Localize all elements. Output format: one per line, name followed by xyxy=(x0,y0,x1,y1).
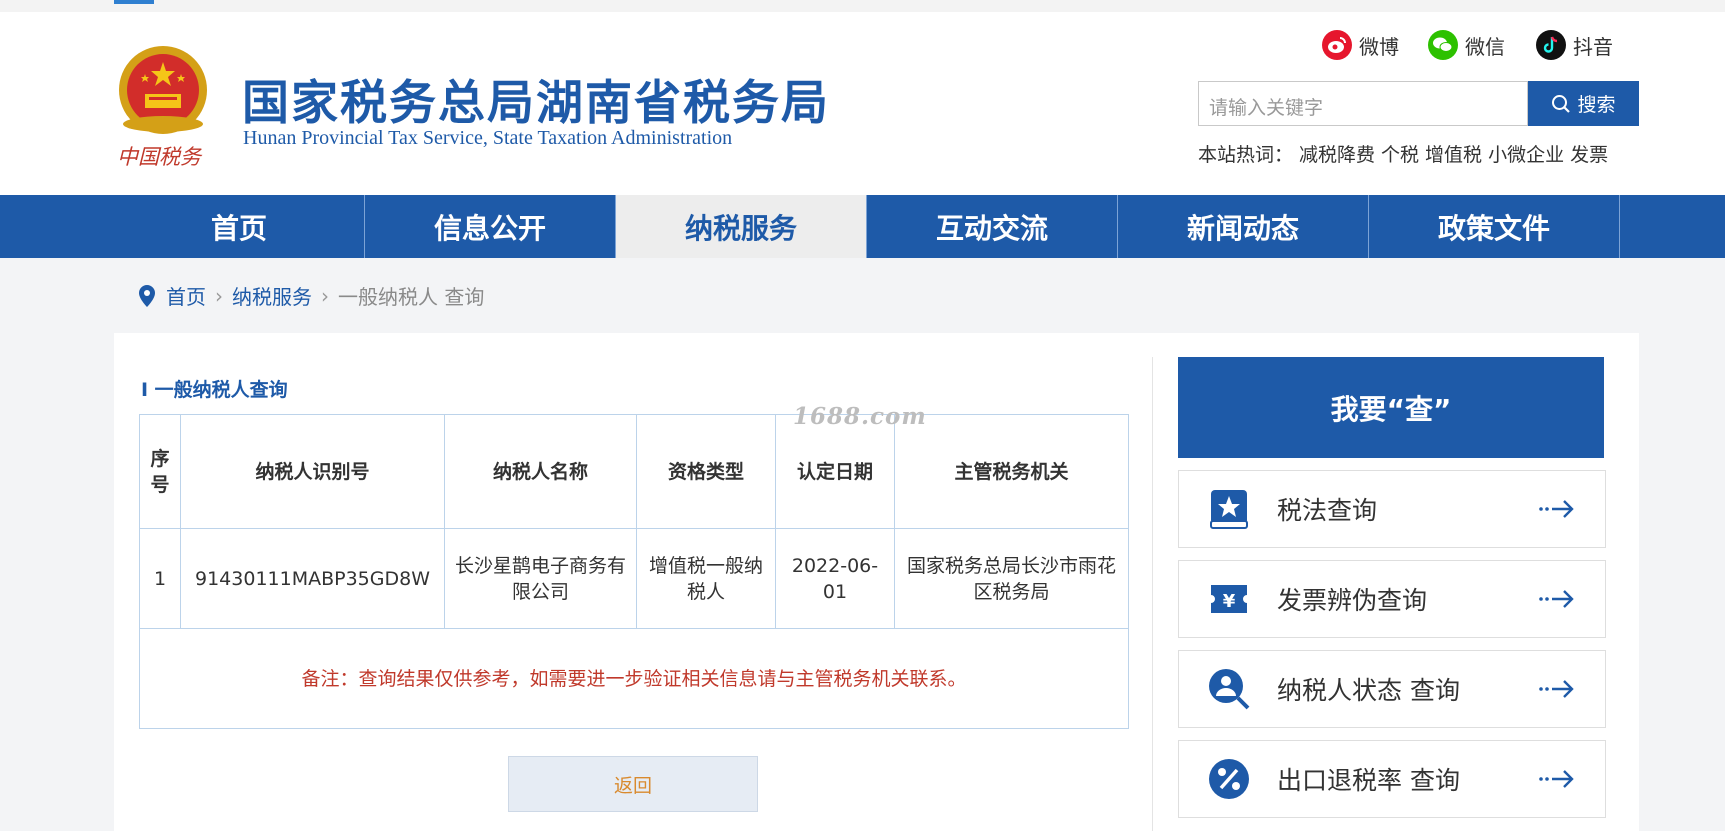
section-title: I 一般纳税人查询 xyxy=(141,379,288,401)
sidebar-item-label: 税法查询 xyxy=(1277,496,1378,525)
column-header: 序号 xyxy=(139,414,181,529)
sidebar-item-export-rebate[interactable]: 出口退税率 查询 xyxy=(1178,740,1606,818)
hot-word-link[interactable]: 发票 xyxy=(1570,140,1608,167)
svg-text:中国税务: 中国税务 xyxy=(117,145,203,169)
table-cell: 长沙星鹊电子商务有限公司 xyxy=(444,528,637,629)
sidebar-title: 我要“查” xyxy=(1178,357,1604,458)
wechat-label: 微信 xyxy=(1465,34,1505,59)
nav-item-interaction[interactable]: 互动交流 xyxy=(867,195,1118,258)
search-button[interactable]: 搜索 xyxy=(1528,81,1639,126)
sidebar-item-label: 出口退税率 查询 xyxy=(1277,766,1460,795)
disclaimer-note: 备注：查询结果仅供参考，如需要进一步验证相关信息请与主管税务机关联系。 xyxy=(139,628,1129,729)
nav-item-news[interactable]: 新闻动态 xyxy=(1118,195,1369,258)
breadcrumb-home[interactable]: 首页 xyxy=(166,281,206,310)
weibo-label: 微博 xyxy=(1359,34,1399,59)
sidebar-item-label: 纳税人状态 查询 xyxy=(1277,676,1460,705)
table-cell: 2022-06-01 xyxy=(775,528,895,629)
arrow-right-icon xyxy=(1539,590,1574,608)
douyin-link[interactable]: 抖音 xyxy=(1536,30,1613,60)
watermark-text: 1688.com xyxy=(793,403,927,430)
douyin-icon xyxy=(1536,30,1566,60)
breadcrumb-separator: › xyxy=(321,283,329,308)
top-utility-bar xyxy=(0,0,1725,12)
hot-words-label: 本站热词： xyxy=(1198,144,1294,166)
arrow-right-icon xyxy=(1539,680,1574,698)
weibo-icon xyxy=(1322,30,1352,60)
weibo-link[interactable]: 微博 xyxy=(1322,30,1399,60)
sidebar-item-label: 发票辨伪查询 xyxy=(1277,586,1428,615)
search-icon xyxy=(1552,94,1571,113)
percent-icon xyxy=(1209,759,1249,799)
sidebar-item-taxpayer-status[interactable]: 纳税人状态 查询 xyxy=(1178,650,1606,728)
top-bar-tag xyxy=(114,0,154,4)
table-note-row: 备注：查询结果仅供参考，如需要进一步验证相关信息请与主管税务机关联系。 xyxy=(139,628,1129,729)
column-header: 认定日期 xyxy=(775,414,895,529)
table-header-row: 序号 纳税人识别号 纳税人名称 资格类型 认定日期 主管税务机关 xyxy=(139,414,1129,529)
table-cell: 91430111MABP35GD8W xyxy=(180,528,445,629)
column-header: 纳税人名称 xyxy=(444,414,637,529)
nav-item-tax-service[interactable]: 纳税服务 xyxy=(616,195,867,258)
main-nav: 首页 信息公开 纳税服务 互动交流 新闻动态 政策文件 xyxy=(0,195,1725,258)
hot-word-link[interactable]: 个税 xyxy=(1381,140,1419,167)
sidebar-item-invoice-check[interactable]: ¥ 发票辨伪查询 xyxy=(1178,560,1606,638)
douyin-label: 抖音 xyxy=(1573,34,1613,59)
site-subtitle: Hunan Provincial Tax Service, State Taxa… xyxy=(243,127,733,149)
nav-item-policy[interactable]: 政策文件 xyxy=(1369,195,1620,258)
breadcrumb-separator: › xyxy=(215,283,223,308)
site-title: 国家税务总局湖南省税务局 xyxy=(242,76,830,131)
search-input[interactable]: 请输入关键字 xyxy=(1198,81,1528,126)
location-pin-icon xyxy=(139,284,155,307)
arrow-right-icon xyxy=(1539,770,1574,788)
breadcrumb: 首页 › 纳税服务 › 一般纳税人 查询 xyxy=(137,281,484,310)
svg-text:¥: ¥ xyxy=(1223,591,1236,612)
table-cell: 增值税一般纳税人 xyxy=(636,528,776,629)
table-cell: 国家税务总局长沙市雨花区税务局 xyxy=(894,528,1129,629)
back-button[interactable]: 返回 xyxy=(508,756,758,812)
sidebar-item-tax-law[interactable]: 税法查询 xyxy=(1178,470,1606,548)
breadcrumb-tax-service[interactable]: 纳税服务 xyxy=(232,281,312,310)
hot-word-link[interactable]: 小微企业 xyxy=(1488,140,1564,167)
result-table: 序号 纳税人识别号 纳税人名称 资格类型 认定日期 主管税务机关 1 91430… xyxy=(139,414,1129,729)
wechat-link[interactable]: 微信 xyxy=(1428,30,1505,60)
table-row: 1 91430111MABP35GD8W 长沙星鹊电子商务有限公司 增值税一般纳… xyxy=(139,528,1129,629)
hot-word-link[interactable]: 减税降费 xyxy=(1299,140,1375,167)
breadcrumb-current: 一般纳税人 查询 xyxy=(338,285,485,309)
wechat-icon xyxy=(1428,30,1458,60)
nav-item-info[interactable]: 信息公开 xyxy=(365,195,616,258)
national-emblem-logo[interactable]: 中国税务 xyxy=(115,42,215,172)
column-divider xyxy=(1152,357,1153,831)
search-button-label: 搜索 xyxy=(1577,94,1616,116)
hot-word-link[interactable]: 增值税 xyxy=(1425,140,1482,167)
column-header: 纳税人识别号 xyxy=(180,414,445,529)
arrow-right-icon xyxy=(1539,500,1574,518)
invoice-yuan-icon: ¥ xyxy=(1211,585,1247,613)
column-header: 主管税务机关 xyxy=(894,414,1129,529)
hot-words: 本站热词： 减税降费 个税 增值税 小微企业 发票 xyxy=(1198,140,1608,167)
table-cell: 1 xyxy=(139,528,181,629)
column-header: 资格类型 xyxy=(636,414,776,529)
taxpayer-search-icon xyxy=(1209,669,1250,710)
nav-item-home[interactable]: 首页 xyxy=(114,195,365,258)
site-header: 中国税务 国家税务总局湖南省税务局 Hunan Provincial Tax S… xyxy=(0,12,1725,195)
law-book-icon xyxy=(1210,490,1248,529)
